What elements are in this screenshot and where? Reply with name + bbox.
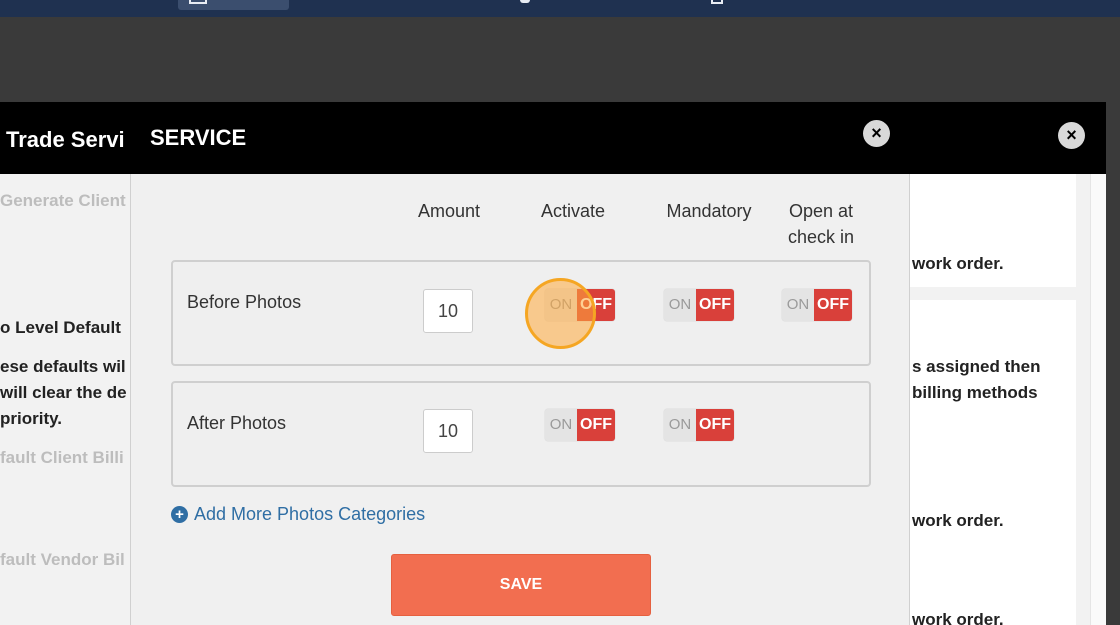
background-text: work order. — [912, 610, 1004, 625]
row-label: After Photos — [187, 413, 287, 433]
column-header-line: Open at — [788, 201, 854, 221]
toggle-on-label: ON — [664, 409, 696, 441]
toggle-on-label: ON — [782, 289, 814, 321]
toggle-on-label: ON — [545, 289, 577, 321]
close-icon[interactable]: × — [1058, 122, 1085, 149]
open-at-check-in-toggle[interactable]: ON OFF — [782, 289, 852, 321]
toggle-off-label: OFF — [577, 409, 615, 441]
background-text: fault Vendor Bil — [0, 550, 125, 569]
add-more-photos-link[interactable]: + Add More Photos Categories — [171, 504, 425, 525]
toggle-off-label: OFF — [814, 289, 852, 321]
background-text: work order. — [912, 511, 1004, 530]
activate-toggle[interactable]: ON OFF — [545, 409, 615, 441]
background-text: work order. — [912, 254, 1004, 273]
nav-icon[interactable] — [711, 0, 723, 4]
background-text: fault Client Billi — [0, 448, 124, 467]
toggle-on-label: ON — [664, 289, 696, 321]
toggle-on-label: ON — [545, 409, 577, 441]
close-icon[interactable]: × — [863, 120, 890, 147]
nav-icon[interactable] — [189, 0, 207, 4]
row-label: Before Photos — [187, 292, 302, 312]
nav-icon[interactable] — [520, 0, 530, 3]
photo-category-row: After Photos ON OFF ON OFF — [171, 381, 871, 487]
background-text: priority. — [0, 409, 63, 428]
column-header-mandatory: Mandatory — [666, 201, 752, 221]
column-header-open-at-check-in: Open at check in — [771, 198, 871, 250]
activate-toggle[interactable]: ON OFF — [545, 289, 615, 321]
mandatory-toggle[interactable]: ON OFF — [664, 409, 734, 441]
background-text: will clear the de — [0, 383, 127, 402]
mandatory-toggle[interactable]: ON OFF — [664, 289, 734, 321]
add-more-label: Add More Photos Categories — [194, 504, 426, 524]
save-button[interactable]: SAVE — [391, 554, 651, 616]
top-nav-bar — [0, 0, 1120, 17]
overlay-backdrop — [0, 17, 1120, 102]
modal-body: Amount Activate Mandatory Open at check … — [130, 174, 910, 625]
plus-circle-icon: + — [171, 506, 188, 523]
toggle-off-label: OFF — [696, 289, 734, 321]
amount-input[interactable] — [423, 289, 473, 333]
background-rail — [1090, 174, 1106, 625]
modal-title: SERVICE — [150, 125, 247, 150]
photo-category-row: Before Photos ON OFF ON OFF ON OFF — [171, 260, 871, 366]
background-panel — [910, 300, 1076, 625]
toggle-off-label: OFF — [696, 409, 734, 441]
column-header-line: check in — [787, 227, 855, 247]
toggle-off-label: OFF — [577, 289, 615, 321]
amount-input[interactable] — [423, 409, 473, 453]
background-dialog-title: Trade Servi — [6, 127, 125, 152]
background-text: o Level Default — [0, 318, 121, 337]
column-header-amount: Amount — [417, 201, 481, 221]
background-text: Generate Client — [0, 191, 126, 210]
background-text: ese defaults wil — [0, 357, 126, 376]
column-header-activate: Activate — [540, 201, 606, 221]
background-text: s assigned then — [912, 357, 1041, 376]
background-text: billing methods — [912, 383, 1038, 402]
